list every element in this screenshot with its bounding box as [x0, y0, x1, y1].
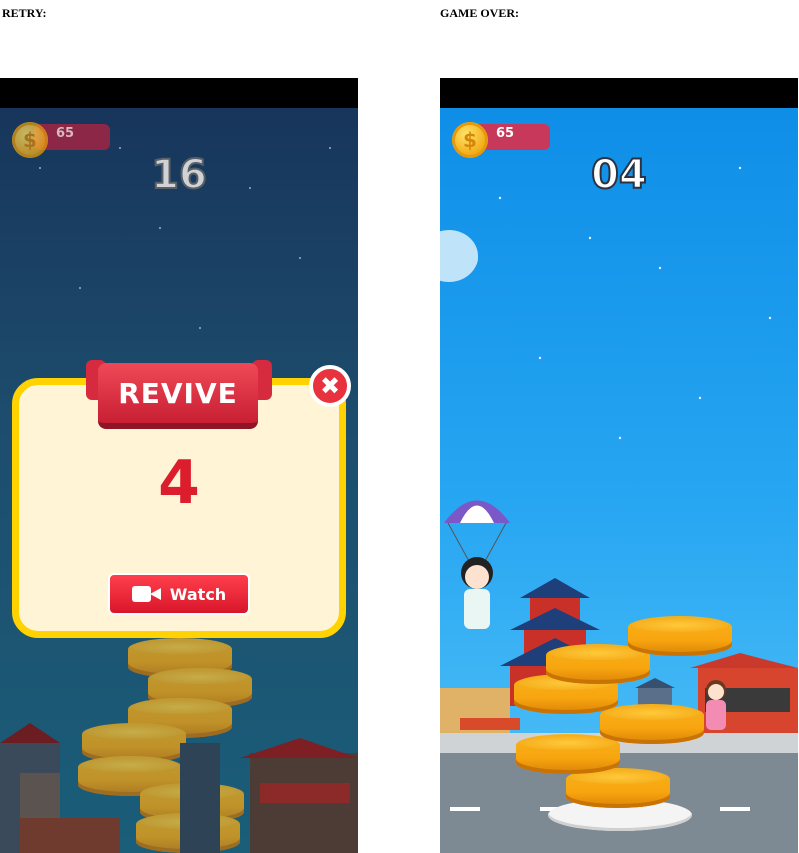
dialog-title: REVIVE	[98, 363, 258, 429]
status-bar	[440, 78, 798, 108]
city-background	[0, 723, 358, 853]
status-bar	[0, 78, 358, 108]
retry-screen: 65 $ 16 REVIVE ✖ 4 Watch	[0, 78, 358, 853]
pizza-disc	[600, 704, 704, 744]
coin-counter: 65 $	[452, 122, 550, 158]
close-icon: ✖	[319, 372, 341, 400]
coin-count: 65	[496, 126, 515, 141]
pizza-disc	[628, 616, 732, 656]
retry-caption: RETRY:	[2, 6, 47, 20]
video-camera-icon	[131, 584, 162, 604]
pizza-disc	[566, 768, 670, 808]
game-over-screen: 65 $ 04	[440, 78, 798, 853]
game-over-caption: GAME OVER:	[440, 6, 519, 20]
watch-ad-button[interactable]: Watch	[108, 573, 250, 615]
score: 16	[150, 151, 208, 199]
pizza-disc	[516, 734, 620, 774]
coin-counter: 65 $	[12, 122, 110, 158]
revive-countdown: 4	[158, 448, 200, 518]
girl-character	[706, 680, 726, 730]
cloud	[450, 243, 478, 273]
parachute-character	[444, 500, 510, 629]
score: 04	[590, 151, 648, 199]
coin-count: 65	[56, 126, 75, 141]
close-button[interactable]: ✖	[309, 365, 351, 407]
watch-label: Watch	[169, 584, 227, 604]
